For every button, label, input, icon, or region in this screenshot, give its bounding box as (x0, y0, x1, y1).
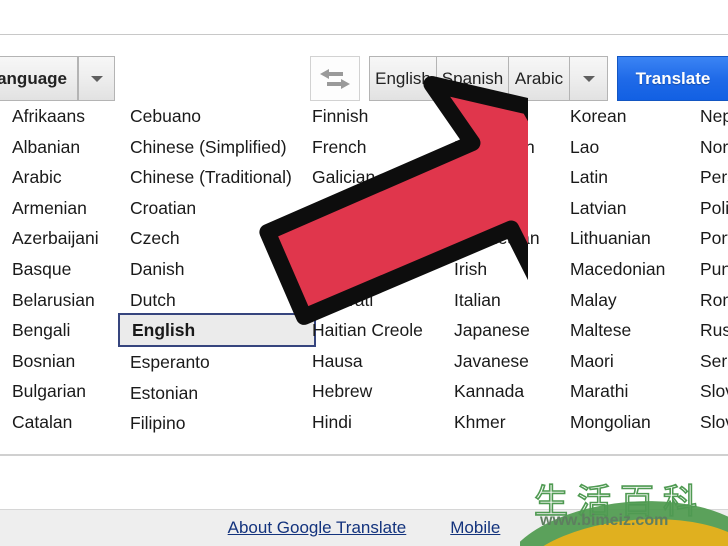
target-language-label: English (375, 68, 431, 88)
language-option[interactable]: Croatian (128, 193, 316, 224)
language-option[interactable]: Lao (568, 132, 665, 163)
language-option[interactable]: Hmong (452, 101, 540, 132)
language-option[interactable]: Russian (698, 315, 728, 346)
target-language-label: Arabic (514, 68, 564, 88)
language-option[interactable]: Latvian (568, 193, 665, 224)
language-option[interactable]: Armenian (10, 193, 99, 224)
target-language-spanish-button[interactable]: Spanish (436, 56, 509, 101)
language-option[interactable]: Nepali (698, 101, 728, 132)
language-option[interactable]: Georgian (310, 193, 423, 224)
content-divider (0, 454, 728, 456)
language-option[interactable]: Khmer (452, 407, 540, 438)
language-option[interactable]: Latin (568, 162, 665, 193)
language-option[interactable]: Haitian Creole (310, 315, 423, 346)
page-footer: About Google Translate Mobile (0, 510, 728, 546)
language-option[interactable]: Galician (310, 162, 423, 193)
language-option[interactable]: Bosnian (10, 346, 99, 377)
language-column: Afrikaans Albanian Arabic Armenian Azerbaija… (10, 101, 99, 438)
target-language-label: Spanish (441, 68, 504, 88)
language-option[interactable]: Igbo (452, 193, 540, 224)
language-option[interactable]: Hausa (310, 346, 423, 377)
chevron-down-icon (90, 75, 103, 82)
language-option[interactable]: Filipino (128, 408, 316, 439)
footer-link-about-google-translate[interactable]: About Google Translate (228, 518, 407, 538)
language-option[interactable]: Indonesian (452, 223, 540, 254)
language-option[interactable]: Basque (10, 254, 99, 285)
language-option[interactable]: Danish (128, 254, 316, 285)
language-option[interactable]: Arabic (10, 162, 99, 193)
language-option[interactable]: Czech (128, 223, 316, 254)
language-option[interactable]: Estonian (128, 378, 316, 409)
swap-languages-button[interactable] (310, 56, 360, 101)
chevron-down-icon (582, 75, 595, 82)
language-option[interactable]: Esperanto (128, 347, 316, 378)
target-language-dropdown-button[interactable] (569, 56, 608, 101)
language-option[interactable]: Macedonian (568, 254, 665, 285)
language-option[interactable]: Slovenian (698, 407, 728, 438)
source-language-label: t language (0, 68, 67, 88)
language-option[interactable]: Catalan (10, 407, 99, 438)
language-option[interactable]: Italian (452, 285, 540, 316)
source-language-dropdown-button[interactable] (78, 56, 115, 101)
language-option[interactable]: Japanese (452, 315, 540, 346)
language-option[interactable]: Icelandic (452, 162, 540, 193)
language-option[interactable]: Irish (452, 254, 540, 285)
language-option[interactable]: Bulgarian (10, 376, 99, 407)
language-option[interactable]: Portuguese (698, 223, 728, 254)
language-option[interactable]: French (310, 132, 423, 163)
language-option[interactable]: Kannada (452, 376, 540, 407)
swap-languages-icon (320, 67, 350, 91)
source-language-button[interactable]: t language (0, 56, 78, 101)
language-option[interactable]: Korean (568, 101, 665, 132)
language-option[interactable]: Romanian (698, 285, 728, 316)
language-option-selected[interactable]: English (118, 313, 316, 348)
language-column: NepaliNorwegianPersianPolishPortuguesePu… (698, 101, 728, 438)
header-divider (0, 34, 728, 35)
language-option[interactable]: Serbian (698, 346, 728, 377)
language-option[interactable]: Greek (310, 254, 423, 285)
language-option[interactable]: Maori (568, 346, 665, 377)
target-language-english-button[interactable]: English (369, 56, 437, 101)
language-option[interactable]: Maltese (568, 315, 665, 346)
language-option[interactable]: Lithuanian (568, 223, 665, 254)
language-option[interactable]: Chinese (Simplified) (128, 132, 316, 163)
language-column: Cebuano Chinese (Simplified) Chinese (Trad… (118, 101, 316, 439)
language-option[interactable]: Slovak (698, 376, 728, 407)
translate-button[interactable]: Translate (617, 56, 728, 101)
language-option[interactable]: Persian (698, 162, 728, 193)
language-list-panel: Afrikaans Albanian Arabic Armenian Azerbaija… (0, 101, 728, 446)
language-option[interactable]: Belarusian (10, 285, 99, 316)
language-column: Hmong Hungarian Icelandic Igbo Indonesian Iri… (452, 101, 540, 438)
language-option[interactable]: Javanese (452, 346, 540, 377)
language-option[interactable]: Cebuano (128, 101, 316, 132)
language-option[interactable]: Polish (698, 193, 728, 224)
language-option[interactable]: Afrikaans (10, 101, 99, 132)
language-option[interactable]: German (310, 223, 423, 254)
language-option[interactable]: Albanian (10, 132, 99, 163)
language-column: Korean Lao Latin Latvian Lithuanian Macedonia… (568, 101, 665, 438)
language-option[interactable]: Hindi (310, 407, 423, 438)
translate-toolbar: t language English Spanish Arabic Transl… (0, 56, 728, 101)
translate-button-label: Translate (635, 68, 711, 88)
language-column: Finnish French Galician Georgian German Greek… (310, 101, 423, 438)
language-option[interactable]: Bengali (10, 315, 99, 346)
language-option[interactable]: Norwegian (698, 132, 728, 163)
language-option[interactable]: Hebrew (310, 376, 423, 407)
language-option[interactable]: Chinese (Traditional) (128, 162, 316, 193)
target-language-arabic-button[interactable]: Arabic (508, 56, 570, 101)
language-option[interactable]: Dutch (128, 285, 316, 316)
language-option[interactable]: Malay (568, 285, 665, 316)
language-option[interactable]: Hungarian (452, 132, 540, 163)
language-option[interactable]: Finnish (310, 101, 423, 132)
language-option[interactable]: Punjabi (698, 254, 728, 285)
language-option[interactable]: Gujarati (310, 285, 423, 316)
language-option[interactable]: Mongolian (568, 407, 665, 438)
footer-link-mobile[interactable]: Mobile (450, 518, 500, 538)
language-option[interactable]: Azerbaijani (10, 223, 99, 254)
language-option[interactable]: Marathi (568, 376, 665, 407)
